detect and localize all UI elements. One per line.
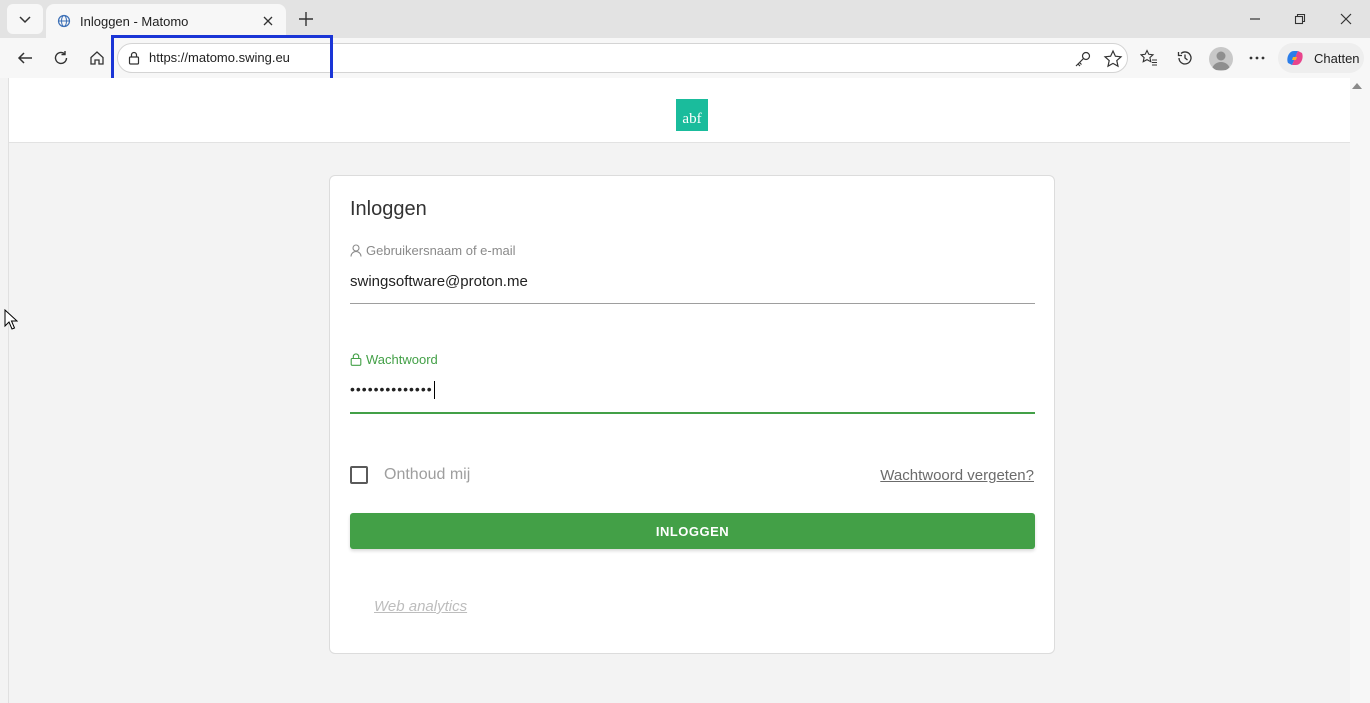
favorites-list-icon	[1140, 49, 1157, 66]
address-bar[interactable]: https://matomo.swing.eu	[117, 43, 1128, 73]
close-icon	[1340, 13, 1352, 25]
password-label-text: Wachtwoord	[366, 352, 438, 367]
page-header: abf	[9, 78, 1350, 143]
text-caret	[433, 381, 435, 400]
minimize-button[interactable]	[1232, 0, 1278, 38]
plus-icon	[299, 12, 313, 26]
history-icon	[1177, 51, 1192, 65]
copilot-icon	[1287, 51, 1303, 65]
refresh-icon	[54, 51, 68, 65]
arrow-left-icon	[17, 52, 32, 64]
web-analytics-link[interactable]: Web analytics	[374, 598, 467, 615]
restore-button[interactable]	[1277, 0, 1323, 38]
password-masked-value: ••••••••••••••	[350, 381, 433, 397]
login-submit-button[interactable]: INLOGGEN	[350, 513, 1035, 549]
tab-actions-menu-button[interactable]	[7, 4, 43, 34]
login-title: Inloggen	[350, 198, 427, 220]
favorite-star-icon[interactable]	[1103, 49, 1123, 69]
tab-inloggen-matomo[interactable]: Inloggen - Matomo	[46, 4, 286, 38]
close-window-button[interactable]	[1323, 0, 1369, 38]
page-viewport: abf Inloggen Gebruikersnaam of e-mail sw…	[8, 78, 1350, 703]
tab-title: Inloggen - Matomo	[80, 13, 189, 29]
page-scrollbar[interactable]	[1350, 78, 1370, 703]
lock-icon[interactable]	[126, 50, 142, 66]
remember-me-label[interactable]: Onthoud mij	[384, 466, 470, 484]
home-icon	[90, 51, 104, 65]
profile-avatar[interactable]	[1209, 47, 1233, 71]
password-underline	[350, 412, 1035, 414]
new-tab-button[interactable]	[292, 6, 320, 32]
profile-icon	[1212, 51, 1230, 70]
chevron-down-icon	[19, 16, 31, 24]
close-tab-icon[interactable]	[260, 13, 276, 29]
minimize-icon	[1250, 18, 1260, 20]
favorites-button[interactable]	[1133, 42, 1165, 74]
password-label: Wachtwoord	[350, 352, 438, 367]
tab-strip: Inloggen - Matomo	[0, 0, 1370, 38]
history-button[interactable]	[1169, 42, 1201, 74]
address-url[interactable]: https://matomo.swing.eu	[149, 50, 290, 65]
copilot-label: Chatten	[1314, 50, 1360, 66]
login-form: Inloggen Gebruikersnaam of e-mail swings…	[329, 175, 1055, 654]
globe-icon	[56, 13, 72, 29]
username-label-text: Gebruikersnaam of e-mail	[366, 243, 516, 258]
password-input[interactable]: ••••••••••••••	[350, 381, 1035, 400]
username-underline	[350, 303, 1035, 304]
username-label: Gebruikersnaam of e-mail	[350, 243, 516, 258]
username-input[interactable]: swingsoftware@proton.me	[350, 273, 1035, 290]
lock-icon	[350, 353, 362, 366]
abf-logo: abf	[676, 99, 708, 131]
remember-me-checkbox[interactable]	[350, 466, 368, 484]
scroll-up-arrow-icon[interactable]	[1352, 83, 1362, 89]
home-button[interactable]	[81, 42, 113, 74]
more-options-button[interactable]	[1241, 42, 1273, 74]
restore-icon	[1294, 13, 1306, 25]
user-icon	[350, 244, 362, 257]
forgot-password-link[interactable]: Wachtwoord vergeten?	[880, 467, 1034, 484]
back-button[interactable]	[9, 42, 41, 74]
more-dots-icon	[1249, 56, 1265, 60]
key-icon[interactable]	[1074, 50, 1092, 68]
copilot-chat-button[interactable]: Chatten	[1278, 43, 1364, 73]
browser-toolbar: https://matomo.swing.eu	[0, 38, 1370, 78]
remember-me-row: Onthoud mij	[350, 466, 470, 484]
mouse-pointer-icon	[4, 308, 19, 336]
refresh-button[interactable]	[45, 42, 77, 74]
